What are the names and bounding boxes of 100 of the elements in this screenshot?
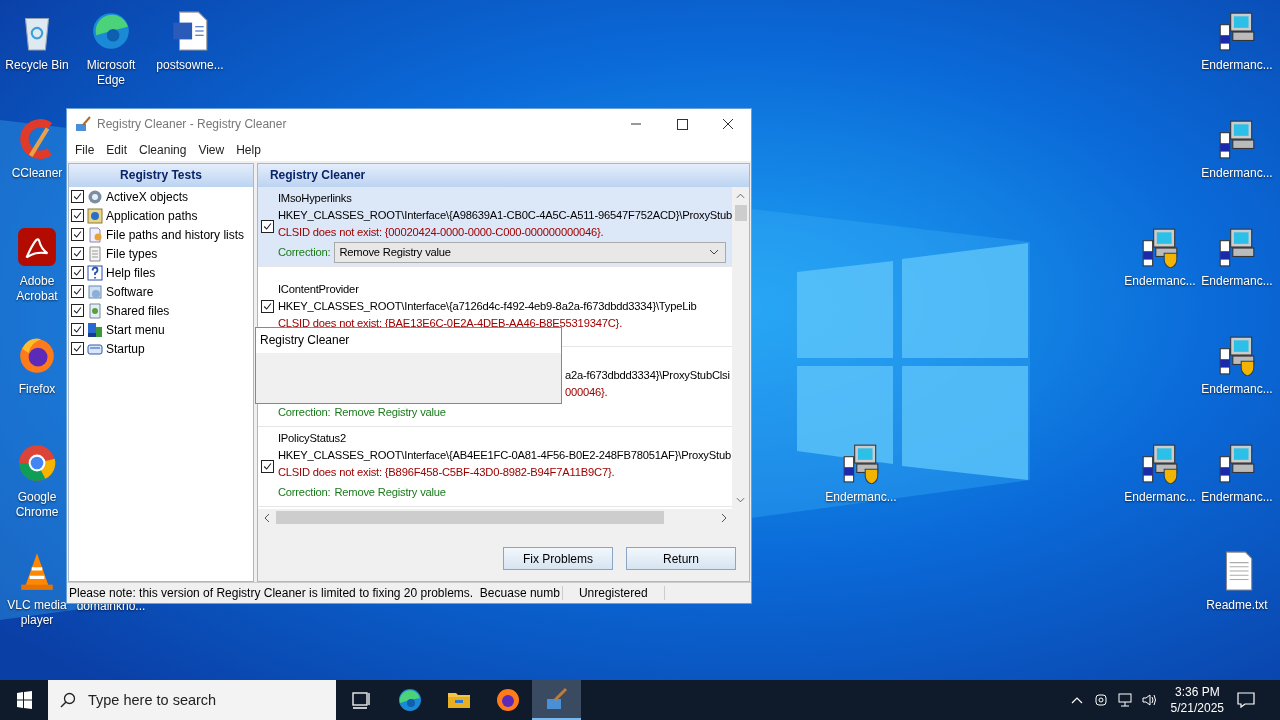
- icon-label: VLC media player: [6, 598, 68, 628]
- scroll-left-icon[interactable]: [263, 512, 270, 523]
- firefox-icon: [495, 688, 520, 712]
- broom-icon: [75, 116, 91, 132]
- test-label: Start menu: [106, 322, 165, 337]
- icon-label: Readme.txt: [1205, 598, 1269, 613]
- icon-label: Endermanc...: [1123, 274, 1197, 289]
- checkbox[interactable]: [71, 190, 84, 203]
- result-entry[interactable]: IMsoHyperlinks HKEY_CLASSES_ROOT\Interface\{A98639A1-CB0C-4A5C-A511-96547F752ACD}\ProxyStub CLSID does not exist: {00020424-0000-0000-C000-000000000046}. Correction: Remove Registry value: [257, 187, 732, 267]
- registration-status: Unregistered: [562, 586, 665, 600]
- vertical-scrollbar[interactable]: [732, 187, 749, 509]
- entry-name: IContentProvider: [277, 283, 359, 295]
- icon-label: Endermanc...: [1200, 58, 1274, 73]
- error-message: CLSID does not exist: {00020424-0000-0000-C000-000000000046}.: [277, 225, 604, 238]
- icon-label: Endermanc...: [824, 490, 898, 505]
- test-label: ActiveX objects: [106, 189, 189, 204]
- checkbox[interactable]: [71, 304, 84, 317]
- search-icon: [60, 692, 76, 708]
- icon-label: Endermanc...: [1200, 274, 1274, 289]
- test-label: Startup: [106, 341, 145, 356]
- panel-header: Registry Cleaner: [257, 164, 749, 187]
- error-message: CLSID does not exist: {BAE13E6C-0E2A-4DEB-AA46-B8E55319347C}.: [277, 317, 623, 329]
- registry-key: a2a-f673dbdd3334}\ProxyStubClsi: [564, 368, 730, 381]
- dialog-button[interactable]: Return: [626, 547, 736, 570]
- globe-window-icon: [87, 207, 103, 224]
- menu-item[interactable]: File: [69, 143, 101, 157]
- registry-key: HKEY_CLASSES_ROOT\Interface\{A98639A1-CB0C-4A5C-A511-96547F752ACD}\ProxyStub: [277, 208, 732, 221]
- help-icon: [87, 264, 103, 281]
- notification-icon[interactable]: [1236, 690, 1256, 710]
- gear-icon: [87, 188, 103, 205]
- icon-label: Microsoft Edge: [85, 58, 137, 88]
- checkbox[interactable]: [71, 285, 84, 298]
- menu-item[interactable]: View: [192, 143, 231, 157]
- volume-icon[interactable]: [1140, 692, 1157, 708]
- icon-label: Google Chrome: [14, 490, 60, 520]
- icon-label: Endermanc...: [1123, 490, 1197, 505]
- checkbox[interactable]: [71, 323, 84, 336]
- window-title: Registry Cleaner - Registry Cleaner: [97, 117, 287, 131]
- edge-icon: [397, 688, 422, 712]
- correction-dropdown[interactable]: Remove Registry value: [334, 241, 726, 263]
- webcam-icon[interactable]: [1092, 692, 1109, 708]
- acrobat-icon[interactable]: [16, 226, 58, 268]
- dialog-button[interactable]: Fix Problems: [503, 547, 613, 570]
- checkbox[interactable]: [261, 460, 275, 473]
- edge-icon[interactable]: [90, 10, 132, 52]
- icon-label: Endermanc...: [1200, 166, 1274, 181]
- scroll-thumb[interactable]: [275, 511, 664, 524]
- checkbox[interactable]: [71, 209, 84, 222]
- correction-label: Correction:: [277, 404, 331, 420]
- status-text: Please note: this version of Registry Cleaner is limited to fixing 20 problems. Becuase numb: [67, 586, 563, 600]
- test-label: Application paths: [106, 208, 198, 223]
- registry-key: HKEY_CLASSES_ROOT\Interface\{AB4EE1FC-0A81-4F56-B0E2-248FB78051AF}\ProxyStub: [277, 448, 731, 461]
- scroll-up-icon[interactable]: [736, 193, 745, 199]
- correction-label: Correction:: [277, 484, 331, 500]
- menu-item[interactable]: Help: [230, 143, 267, 157]
- test-label: Shared files: [106, 303, 170, 318]
- icon-label: Endermanc...: [1200, 382, 1274, 397]
- scroll-right-icon[interactable]: [721, 512, 727, 523]
- correction-value: Remove Registry value: [334, 484, 446, 500]
- caret-icon: [709, 249, 719, 255]
- checkbox[interactable]: [71, 247, 84, 260]
- start-menu-icon: [87, 321, 103, 338]
- test-label: Software: [106, 284, 154, 299]
- entry-name: IPolicyStatus2: [277, 431, 346, 444]
- icon-label: CCleaner: [10, 166, 64, 181]
- test-label: File paths and history lists: [106, 227, 245, 242]
- checkbox[interactable]: [261, 220, 275, 233]
- network-icon[interactable]: [1116, 692, 1133, 708]
- icon-label: postsowne...: [155, 58, 225, 73]
- test-label: File types: [106, 246, 158, 261]
- icon-label: Endermanc...: [1200, 490, 1274, 505]
- error-message: CLSID does not exist: {B896F458-C5BF-43D0-8982-B94F7A11B9C7}.: [277, 465, 615, 478]
- clock-time[interactable]: 3:36 PM: [1174, 684, 1220, 700]
- panel-header: Registry Tests: [69, 164, 253, 187]
- search-field[interactable]: Type here to search: [48, 680, 336, 720]
- error-message: 000046}.: [564, 385, 608, 398]
- icon-label: Firefox: [17, 382, 57, 397]
- software-box-icon: [87, 283, 103, 300]
- icon-label: domainkno...: [75, 599, 147, 614]
- popup-title: Registry Cleaner: [260, 333, 350, 347]
- shared-file-icon: [87, 302, 103, 319]
- registry-key: HKEY_CLASSES_ROOT\Interface\{a7126d4c-f492-4eb9-8a2a-f673dbdd3334}\TypeLib: [277, 300, 697, 312]
- folder-page-icon: [87, 226, 103, 243]
- checkbox[interactable]: [71, 266, 84, 279]
- document-icon: [87, 245, 103, 262]
- test-label: Help files: [106, 265, 156, 280]
- icon-label: Recycle Bin: [4, 58, 70, 73]
- menu-item[interactable]: Edit: [100, 143, 134, 157]
- entry-name: IMsoHyperlinks: [277, 191, 352, 204]
- icon-label: Adobe Acrobat: [15, 274, 59, 304]
- clock-date[interactable]: 5/21/2025: [1170, 700, 1224, 716]
- checkbox[interactable]: [71, 228, 84, 241]
- checkbox[interactable]: [71, 342, 84, 355]
- scroll-thumb[interactable]: [734, 205, 747, 221]
- correction-value: Remove Registry value: [334, 404, 446, 420]
- chrome-icon[interactable]: [16, 442, 58, 484]
- menu-item[interactable]: Cleaning: [133, 143, 193, 157]
- scroll-down-icon[interactable]: [736, 497, 745, 503]
- broom-icon: [544, 687, 569, 711]
- checkbox[interactable]: [261, 300, 275, 313]
